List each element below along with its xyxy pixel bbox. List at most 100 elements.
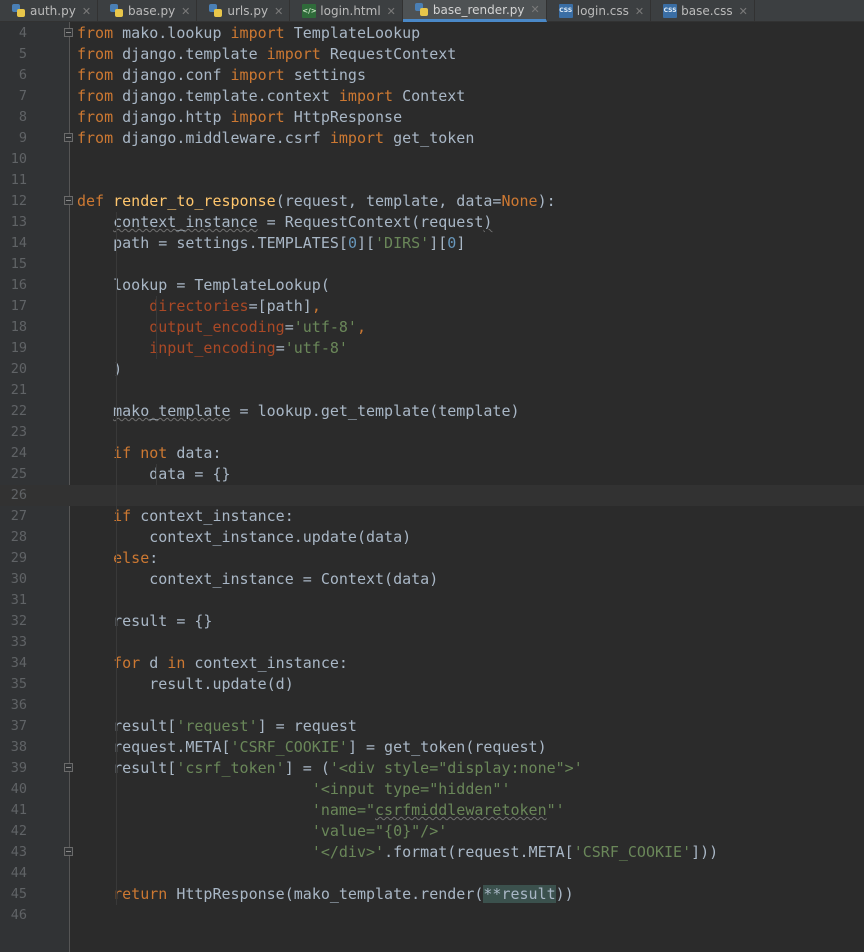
fold-marker-icon[interactable]: [64, 28, 73, 37]
code-line[interactable]: 27 if context_instance:: [0, 506, 864, 527]
code-line[interactable]: 37 result['request'] = request: [0, 716, 864, 737]
close-icon[interactable]: ✕: [739, 5, 748, 18]
code-line[interactable]: 41 'name="csrfmiddlewaretoken"': [0, 800, 864, 821]
code-line[interactable]: 18 output_encoding='utf-8',: [0, 317, 864, 338]
close-icon[interactable]: ✕: [181, 5, 190, 18]
line-number: 43: [10, 844, 27, 860]
code-line[interactable]: 30 context_instance = Context(data): [0, 569, 864, 590]
code-line[interactable]: 35 result.update(d): [0, 674, 864, 695]
code-token: '<div style="display:none">': [329, 759, 583, 777]
python-file-icon: [110, 4, 124, 18]
code-text: context_instance = RequestContext(reques…: [77, 212, 492, 233]
tab-login-html[interactable]: </> login.html ✕: [290, 0, 403, 22]
code-line[interactable]: 8 from django.http import HttpResponse: [0, 107, 864, 128]
code-line[interactable]: 31: [0, 590, 864, 611]
line-number: 41: [10, 802, 27, 818]
fold-marker-icon[interactable]: [64, 133, 73, 142]
code-line[interactable]: 36: [0, 695, 864, 716]
tab-base_render-py[interactable]: base_render.py ✕: [402, 0, 547, 22]
fold-marker-icon[interactable]: [64, 847, 73, 856]
close-icon[interactable]: ✕: [274, 5, 283, 18]
code-token: TemplateLookup: [284, 24, 421, 42]
code-line[interactable]: 44: [0, 863, 864, 884]
code-line[interactable]: 29 else:: [0, 548, 864, 569]
close-icon[interactable]: ✕: [635, 5, 644, 18]
fold-marker-icon[interactable]: [64, 196, 73, 205]
code-token: = lookup.get_template(template): [230, 402, 520, 420]
code-line[interactable]: 20 ): [0, 359, 864, 380]
code-token: from: [77, 87, 114, 105]
code-line[interactable]: 5 from django.template import RequestCont…: [0, 44, 864, 65]
code-line[interactable]: 26: [0, 485, 864, 506]
code-line[interactable]: 28 context_instance.update(data): [0, 527, 864, 548]
code-line[interactable]: 4 from mako.lookup import TemplateLookup: [0, 23, 864, 44]
code-line[interactable]: 40 '<input type="hidden"': [0, 779, 864, 800]
code-line[interactable]: 21: [0, 380, 864, 401]
line-number: 38: [10, 739, 27, 755]
close-icon[interactable]: ✕: [82, 5, 91, 18]
code-line[interactable]: 9 from django.middleware.csrf import get_…: [0, 128, 864, 149]
python-file-icon: [414, 2, 429, 17]
code-token: (request, template, data=: [275, 192, 502, 210]
code-text: return HttpResponse(mako_template.render…: [77, 884, 574, 905]
code-token: '</div>': [311, 843, 385, 861]
code-line[interactable]: 6 from django.conf import settings: [0, 65, 864, 86]
line-number: 32: [10, 613, 27, 629]
code-line[interactable]: 10: [0, 149, 864, 170]
code-line[interactable]: 24 if not data:: [0, 443, 864, 464]
line-number: 34: [10, 655, 27, 671]
code-line[interactable]: 11: [0, 170, 864, 191]
code-line[interactable]: 16 lookup = TemplateLookup(: [0, 275, 864, 296]
tab-base-py[interactable]: base.py ✕: [98, 0, 198, 22]
code-line[interactable]: 38 request.META['CSRF_COOKIE'] = get_tok…: [0, 737, 864, 758]
code-line[interactable]: 42 'value="{0}"/>': [0, 821, 864, 842]
code-line[interactable]: 14 path = settings.TEMPLATES[0]['DIRS'][…: [0, 233, 864, 254]
code-token: 'name=": [311, 801, 376, 819]
tab-urls-py[interactable]: urls.py ✕: [197, 0, 291, 22]
code-line[interactable]: 15: [0, 254, 864, 275]
close-icon[interactable]: ✕: [531, 3, 540, 16]
code-line[interactable]: 45 return HttpResponse(mako_template.ren…: [0, 884, 864, 905]
fold-marker-icon[interactable]: [64, 763, 73, 772]
code-token: directories: [149, 297, 249, 315]
code-line[interactable]: 33: [0, 632, 864, 653]
code-line[interactable]: 46: [0, 905, 864, 926]
code-token: result[: [77, 717, 177, 735]
code-line[interactable]: 43 '</div>'.format(request.META['CSRF_CO…: [0, 842, 864, 863]
code-line[interactable]: 17 directories=[path],: [0, 296, 864, 317]
code-token: ):: [537, 192, 556, 210]
code-line[interactable]: 23: [0, 422, 864, 443]
code-line[interactable]: 25 data = {}: [0, 464, 864, 485]
code-line[interactable]: 19 input_encoding='utf-8': [0, 338, 864, 359]
line-number: 31: [10, 592, 27, 608]
code-token: import: [329, 129, 385, 147]
code-token: django.middleware.csrf: [113, 129, 330, 147]
tab-auth-py[interactable]: auth.py ✕: [0, 0, 99, 22]
code-token: import: [230, 66, 285, 84]
tab-login-css[interactable]: CSS login.css ✕: [547, 0, 652, 22]
close-icon[interactable]: ✕: [387, 5, 396, 18]
code-line[interactable]: 22 mako_template = lookup.get_template(t…: [0, 401, 864, 422]
code-editor[interactable]: 4 from mako.lookup import TemplateLookup 5…: [0, 22, 864, 952]
code-token: 'utf-8': [284, 339, 348, 357]
line-number: 15: [10, 256, 27, 272]
code-text: path = settings.TEMPLATES[0]['DIRS'][0]: [77, 233, 465, 254]
code-line[interactable]: 34 for d in context_instance:: [0, 653, 864, 674]
code-token: import: [338, 87, 394, 105]
code-line[interactable]: 12 def render_to_response(request, templa…: [0, 191, 864, 212]
tab-base-css[interactable]: CSS base.css ✕: [651, 0, 755, 22]
code-token: ): [483, 213, 493, 231]
code-line[interactable]: 7 from django.template.context import Con…: [0, 86, 864, 107]
line-number: 37: [10, 718, 27, 734]
code-token: from: [77, 129, 114, 147]
code-token: ])): [691, 843, 719, 861]
code-line[interactable]: 39 result['csrf_token'] = ('<div style="…: [0, 758, 864, 779]
code-line[interactable]: 32 result = {}: [0, 611, 864, 632]
code-line[interactable]: 13 context_instance = RequestContext(req…: [0, 212, 864, 233]
code-token: context_instance: [113, 213, 258, 231]
